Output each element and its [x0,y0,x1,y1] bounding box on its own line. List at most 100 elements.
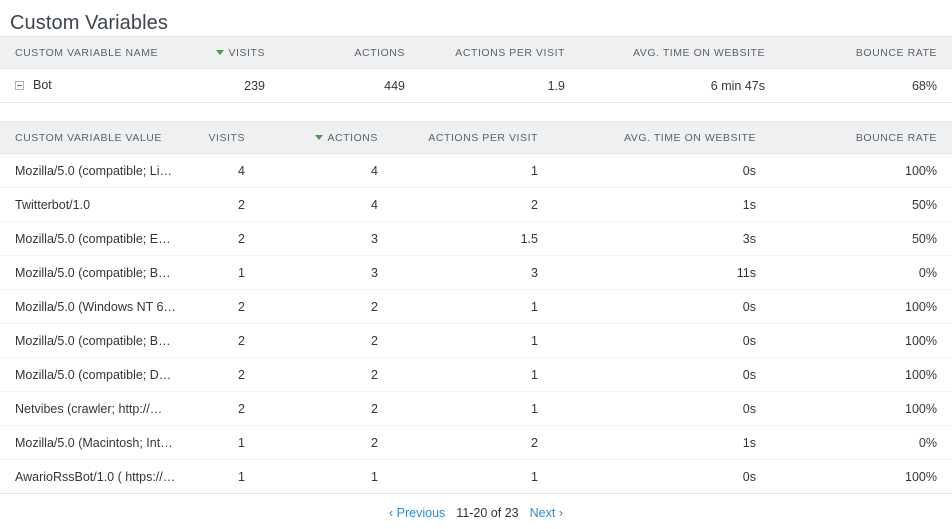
custom-variable-value-table: Custom Variable Value Visits Actions Act… [0,121,952,494]
cell-avg-time-on-website: 0s [553,323,771,358]
cell-visits: 2 [186,221,260,256]
cell-avg-time-on-website: 6 min 47s [580,68,780,103]
custom-variable-name-table: Custom Variable Name Visits Actions Acti… [0,36,952,103]
table-row[interactable]: Mozilla/5.0 (compatible; B… 1 3 3 11s 0% [0,255,952,290]
cell-bounce-rate: 100% [771,289,952,324]
cell-actions-per-visit: 1.9 [420,68,580,103]
column-header-custom-variable-name[interactable]: Custom Variable Name [0,36,192,69]
cell-bounce-rate: 68% [780,68,952,103]
row-label-cell[interactable]: Mozilla/5.0 (compatible; Li… [0,153,186,188]
table-row[interactable]: Mozilla/5.0 (compatible; E… 2 3 1.5 3s 50% [0,221,952,256]
column-header-label: Bounce Rate [855,131,937,144]
table-row[interactable]: Mozilla/5.0 (Windows NT 6… 2 2 1 0s 100% [0,289,952,324]
column-header-label: Bounce Rate [855,46,937,59]
column-header-avg-time-on-website[interactable]: Avg. Time on Website [553,121,771,154]
cell-visits: 2 [186,187,260,222]
cell-visits: 239 [192,68,280,103]
row-label-cell[interactable]: Mozilla/5.0 (compatible; B… [0,255,186,290]
column-header-actions-per-visit[interactable]: Actions per Visit [420,36,580,69]
cell-actions: 3 [260,255,393,290]
row-label-cell[interactable]: Bot [0,68,192,103]
cell-actions-per-visit: 1.5 [393,221,553,256]
table-row[interactable]: Mozilla/5.0 (compatible; B… 2 2 1 0s 100% [0,323,952,358]
table-separator-gap [0,103,952,121]
cell-bounce-rate: 50% [771,221,952,256]
row-label-cell[interactable]: Mozilla/5.0 (compatible; E… [0,221,186,256]
custom-variables-report: Custom Variables Custom Variable Name Vi… [0,0,952,526]
table-row[interactable]: Twitterbot/1.0 2 4 2 1s 50% [0,187,952,222]
cell-avg-time-on-website: 11s [553,255,771,290]
table-row[interactable]: Mozilla/5.0 (compatible; Li… 4 4 1 0s 100% [0,153,952,188]
cell-actions-per-visit: 1 [393,459,553,494]
cell-visits: 2 [186,289,260,324]
cell-actions-per-visit: 1 [393,323,553,358]
table-row[interactable]: AwarioRssBot/1.0 ( https://… 1 1 1 0s 100% [0,459,952,494]
cell-visits: 1 [186,425,260,460]
column-header-label: Actions [327,131,378,144]
column-header-visits[interactable]: Visits [186,121,260,154]
pagination-controls: ‹ Previous 11-20 of 23 Next › [0,496,952,529]
cell-avg-time-on-website: 0s [553,357,771,392]
cell-actions: 4 [260,187,393,222]
detail-table-body: Mozilla/5.0 (compatible; Li… 4 4 1 0s 100% Twi… [0,153,952,494]
cell-actions: 1 [260,459,393,494]
column-header-custom-variable-value[interactable]: Custom Variable Value [0,121,186,154]
cell-visits: 2 [186,357,260,392]
table-row[interactable]: Netvibes (crawler; http://… 2 2 1 0s 100% [0,391,952,426]
cell-actions-per-visit: 3 [393,255,553,290]
cell-avg-time-on-website: 0s [553,289,771,324]
cell-actions: 449 [280,68,420,103]
detail-header-row: Custom Variable Value Visits Actions Act… [0,121,952,154]
cell-avg-time-on-website: 3s [553,221,771,256]
row-label-cell[interactable]: Netvibes (crawler; http://… [0,391,186,426]
summary-table-head: Custom Variable Name Visits Actions Acti… [0,36,952,69]
column-header-label: Actions per Visit [428,131,538,144]
row-label-cell[interactable]: Mozilla/5.0 (Windows NT 6… [0,289,186,324]
table-row[interactable]: Mozilla/5.0 (Macintosh; Int… 1 2 2 1s 0% [0,425,952,460]
cell-avg-time-on-website: 0s [553,153,771,188]
cell-avg-time-on-website: 0s [553,459,771,494]
column-header-label: Actions [354,46,405,59]
row-label-cell[interactable]: AwarioRssBot/1.0 ( https://… [0,459,186,494]
row-label-cell[interactable]: Twitterbot/1.0 [0,187,186,222]
column-header-avg-time-on-website[interactable]: Avg. Time on Website [580,36,780,69]
detail-table-head: Custom Variable Value Visits Actions Act… [0,121,952,154]
column-header-bounce-rate[interactable]: Bounce Rate [780,36,952,69]
column-header-label: Custom Variable Value [15,131,162,144]
cell-avg-time-on-website: 0s [553,391,771,426]
column-header-actions-per-visit[interactable]: Actions per Visit [393,121,553,154]
column-header-actions[interactable]: Actions [260,121,393,154]
cell-actions-per-visit: 1 [393,357,553,392]
previous-page-link[interactable]: ‹ Previous [389,506,445,520]
cell-actions-per-visit: 2 [393,425,553,460]
cell-visits: 2 [186,391,260,426]
column-header-visits[interactable]: Visits [192,36,280,69]
cell-bounce-rate: 0% [771,425,952,460]
cell-actions-per-visit: 1 [393,153,553,188]
cell-bounce-rate: 50% [771,187,952,222]
row-label-cell[interactable]: Mozilla/5.0 (compatible; D… [0,357,186,392]
sort-descending-arrow-icon [216,49,225,55]
column-header-label: Visits [208,131,245,144]
column-header-actions[interactable]: Actions [280,36,420,69]
cell-bounce-rate: 100% [771,391,952,426]
column-header-bounce-rate[interactable]: Bounce Rate [771,121,952,154]
column-header-label: Avg. Time on Website [624,131,756,144]
cell-bounce-rate: 100% [771,323,952,358]
row-label: Bot [33,78,52,93]
table-row[interactable]: Bot 239 449 1.9 6 min 47s 68% [0,68,952,103]
cell-visits: 1 [186,255,260,290]
cell-bounce-rate: 100% [771,459,952,494]
next-page-link[interactable]: Next › [530,506,563,520]
table-row[interactable]: Mozilla/5.0 (compatible; D… 2 2 1 0s 100% [0,357,952,392]
cell-actions: 2 [260,357,393,392]
row-label-cell[interactable]: Mozilla/5.0 (Macintosh; Int… [0,425,186,460]
cell-avg-time-on-website: 1s [553,425,771,460]
cell-actions-per-visit: 1 [393,289,553,324]
cell-bounce-rate: 0% [771,255,952,290]
summary-header-row: Custom Variable Name Visits Actions Acti… [0,36,952,69]
cell-actions: 3 [260,221,393,256]
cell-actions-per-visit: 1 [393,391,553,426]
row-label-cell[interactable]: Mozilla/5.0 (compatible; B… [0,323,186,358]
minus-box-icon[interactable] [15,80,24,90]
